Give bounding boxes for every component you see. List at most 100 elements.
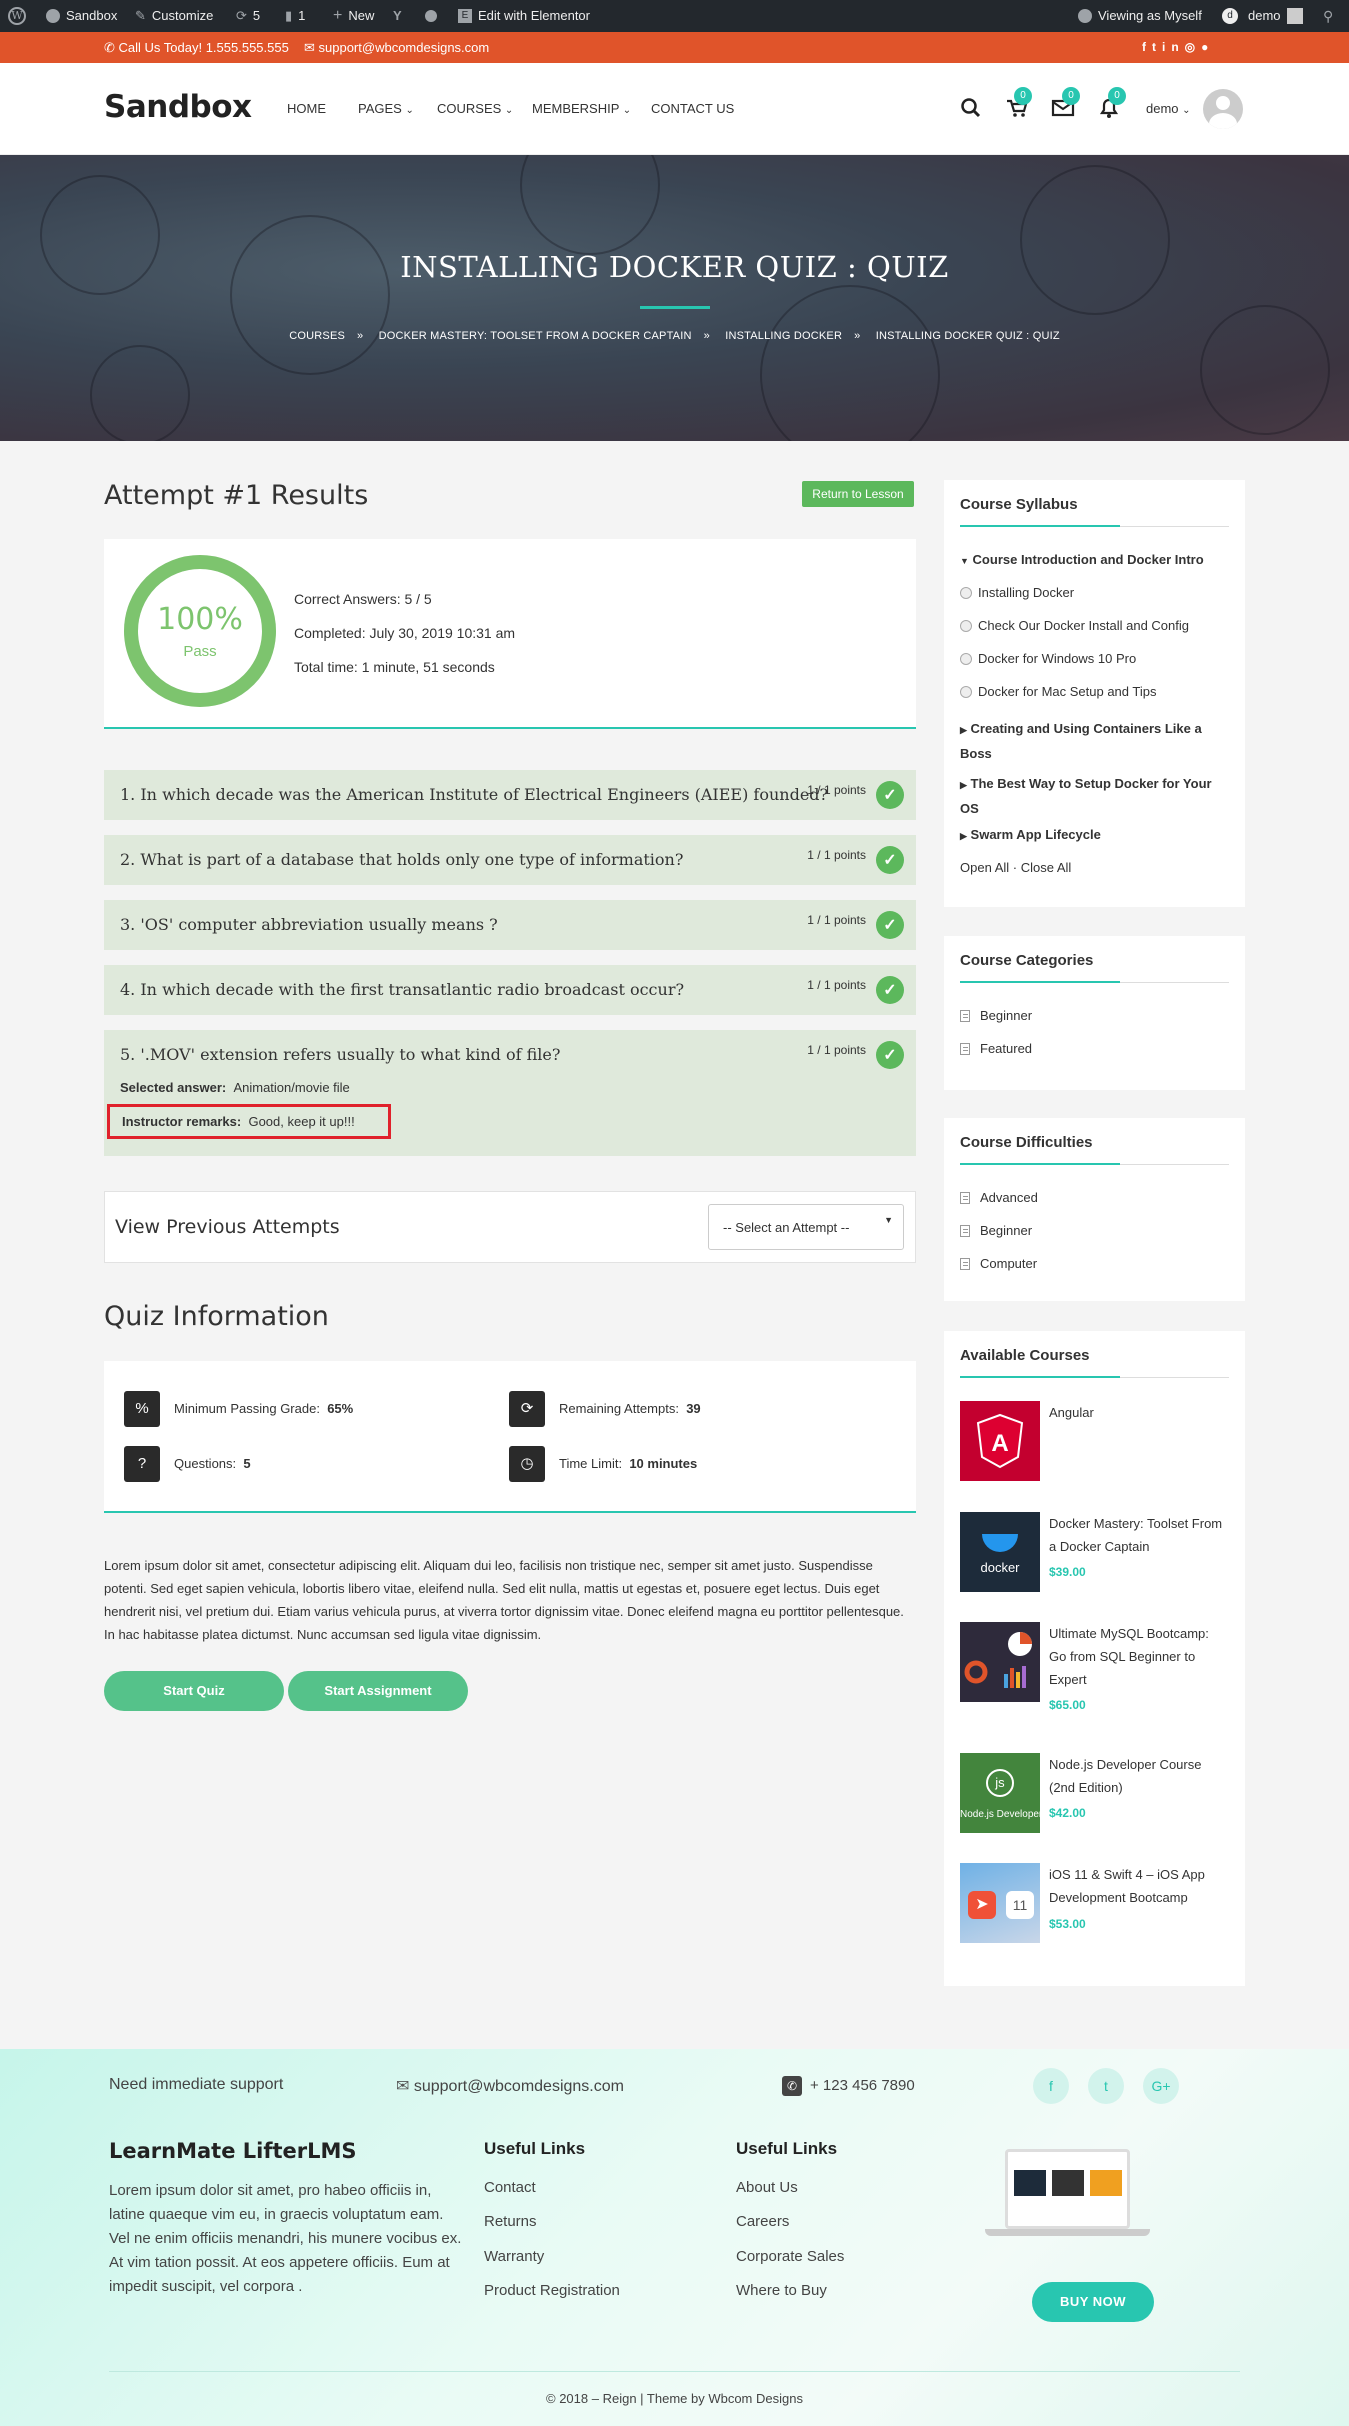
eye-icon xyxy=(1078,9,1092,23)
footer-link[interactable]: Where to Buy xyxy=(736,2282,827,2299)
search-icon[interactable] xyxy=(958,95,984,121)
widget-divider xyxy=(960,1376,1229,1378)
nav-membership[interactable]: MEMBERSHIP ⌄ xyxy=(532,101,631,116)
difficulty-link[interactable]: Computer xyxy=(960,1256,1037,1271)
difficulty-link[interactable]: Advanced xyxy=(960,1190,1038,1205)
question-text: 4. In which decade with the first transa… xyxy=(120,980,685,999)
footer-phone[interactable]: ✆ + 123 456 7890 xyxy=(782,2076,915,2096)
nav-home[interactable]: HOME xyxy=(287,101,326,116)
dropdown-arrow-icon: ▼ xyxy=(884,1215,893,1225)
footer-about: Lorem ipsum dolor sit amet, pro habeo of… xyxy=(109,2182,462,2295)
close-all-link[interactable]: Close All xyxy=(1021,860,1072,875)
status-dot-icon[interactable] xyxy=(425,0,437,32)
question-row[interactable]: 2. What is part of a database that holds… xyxy=(104,835,916,885)
facebook-icon[interactable]: f xyxy=(1142,40,1152,54)
start-quiz-button[interactable]: Start Quiz xyxy=(104,1671,284,1711)
syllabus-lesson[interactable]: Docker for Windows 10 Pro xyxy=(960,651,1136,666)
footer-link[interactable]: Contact xyxy=(484,2179,536,2196)
course-thumbnail-ios[interactable]: ➤ 11 xyxy=(960,1863,1040,1943)
yoast-icon[interactable]: Y xyxy=(393,0,402,32)
category-link[interactable]: Beginner xyxy=(960,1008,1032,1023)
google-plus-icon[interactable]: G+ xyxy=(1143,2068,1179,2104)
question-row[interactable]: 5. '.MOV' extension refers usually to wh… xyxy=(104,1030,916,1156)
footer-link[interactable]: Corporate Sales xyxy=(736,2248,844,2265)
question-row[interactable]: 4. In which decade with the first transa… xyxy=(104,965,916,1015)
dribbble-icon[interactable]: ◎ xyxy=(1185,40,1201,54)
syllabus-section[interactable]: ▶ The Best Way to Setup Docker for Your O… xyxy=(960,772,1212,820)
avatar[interactable] xyxy=(1203,89,1243,129)
admin-viewing-link[interactable]: Viewing as Myself xyxy=(1078,0,1202,32)
open-all-link[interactable]: Open All xyxy=(960,860,1009,875)
syllabus-lesson[interactable]: Docker for Mac Setup and Tips xyxy=(960,684,1156,699)
course-title[interactable]: iOS 11 & Swift 4 – iOS App Development B… xyxy=(1049,1863,1229,1909)
question-row[interactable]: 1. In which decade was the American Inst… xyxy=(104,770,916,820)
difficulty-link[interactable]: Beginner xyxy=(960,1223,1032,1238)
admin-elementor-link[interactable]: E Edit with Elementor xyxy=(458,0,590,32)
footer-link[interactable]: Warranty xyxy=(484,2248,544,2265)
cart-count-badge: 0 xyxy=(1014,87,1032,105)
nav-pages[interactable]: PAGES ⌄ xyxy=(358,101,414,116)
twitter-icon[interactable]: t xyxy=(1152,40,1162,54)
footer-link[interactable]: Product Registration xyxy=(484,2282,620,2299)
syllabus-lesson[interactable]: Installing Docker xyxy=(960,585,1074,600)
footer-email[interactable]: ✉ support@wbcomdesigns.com xyxy=(396,2076,624,2096)
caret-down-icon: ▼ xyxy=(960,556,969,566)
breadcrumb-course[interactable]: DOCKER MASTERY: TOOLSET FROM A DOCKER CA… xyxy=(379,330,692,342)
syllabus-section[interactable]: ▼ Course Introduction and Docker Intro xyxy=(960,552,1204,567)
footer-link[interactable]: Returns xyxy=(484,2213,537,2230)
admin-search-icon[interactable]: ⚲ xyxy=(1323,0,1333,32)
course-title[interactable]: Node.js Developer Course (2nd Edition) xyxy=(1049,1753,1229,1799)
wordpress-logo-icon[interactable]: W xyxy=(8,0,26,32)
syllabus-section[interactable]: ▶ Swarm App Lifecycle xyxy=(960,827,1101,842)
question-row[interactable]: 3. 'OS' computer abbreviation usually me… xyxy=(104,900,916,950)
buy-now-button[interactable]: BUY NOW xyxy=(1032,2282,1154,2322)
admin-user-link[interactable]: d demo xyxy=(1222,0,1303,32)
course-thumbnail-mysql[interactable] xyxy=(960,1622,1040,1702)
site-logo[interactable]: Sandbox xyxy=(104,89,252,125)
twitter-icon[interactable]: t xyxy=(1088,2068,1124,2104)
topbar-phone[interactable]: ✆ Call Us Today! 1.555.555.555 xyxy=(104,32,289,63)
home-icon xyxy=(46,9,60,23)
nav-courses[interactable]: COURSES ⌄ xyxy=(437,101,513,116)
admin-updates-link[interactable]: ⟳ 5 xyxy=(236,0,260,32)
breadcrumb-lesson[interactable]: INSTALLING DOCKER xyxy=(725,330,842,342)
topbar-email[interactable]: ✉ support@wbcomdesigns.com xyxy=(304,32,489,63)
nav-contact[interactable]: CONTACT US xyxy=(651,101,734,116)
bell-icon[interactable]: 0 xyxy=(1096,87,1126,121)
support-label: Need immediate support xyxy=(109,2076,284,2093)
category-link[interactable]: Featured xyxy=(960,1041,1032,1056)
syllabus-lesson[interactable]: Check Our Docker Install and Config xyxy=(960,618,1189,633)
widget-divider xyxy=(960,1163,1229,1165)
messages-icon[interactable]: 0 xyxy=(1050,87,1080,121)
clock-icon: ◷ xyxy=(509,1446,545,1482)
github-icon[interactable]: ● xyxy=(1201,40,1214,54)
syllabus-section[interactable]: ▶ Creating and Using Containers Like a Bo… xyxy=(960,717,1202,765)
footer-link[interactable]: About Us xyxy=(736,2179,798,2196)
admin-customize-link[interactable]: ✎ Customize xyxy=(135,0,213,32)
hero-pattern xyxy=(1020,165,1170,315)
widget-divider xyxy=(960,981,1229,983)
admin-site-link[interactable]: Sandbox xyxy=(46,0,117,32)
notifications-count-badge: 0 xyxy=(1108,87,1126,105)
course-thumbnail-nodejs[interactable]: js Node.js Developer xyxy=(960,1753,1042,1833)
nodejs-logo-icon: js xyxy=(986,1769,1014,1797)
chevron-right-icon: » xyxy=(703,330,710,342)
course-title[interactable]: Docker Mastery: Toolset From a Docker Ca… xyxy=(1049,1512,1229,1558)
angular-logo-icon: A xyxy=(976,1413,1024,1469)
course-title[interactable]: Ultimate MySQL Bootcamp: Go from SQL Beg… xyxy=(1049,1622,1229,1691)
course-title[interactable]: Angular xyxy=(1049,1401,1229,1424)
linkedin-icon[interactable]: in xyxy=(1162,40,1185,54)
course-thumbnail-angular[interactable]: A xyxy=(960,1401,1040,1481)
header-user-menu[interactable]: demo ⌄ xyxy=(1146,101,1191,116)
return-to-lesson-button[interactable]: Return to Lesson xyxy=(802,481,914,507)
course-thumbnail-docker[interactable]: docker xyxy=(960,1512,1040,1592)
breadcrumb-courses[interactable]: COURSES xyxy=(289,330,345,342)
start-assignment-button[interactable]: Start Assignment xyxy=(288,1671,468,1711)
footer-link[interactable]: Careers xyxy=(736,2213,789,2230)
admin-comments-link[interactable]: ▮ 1 xyxy=(285,0,305,32)
admin-new-link[interactable]: + New xyxy=(333,0,374,32)
admin-bar: W Sandbox ✎ Customize ⟳ 5 ▮ 1 + New Y E Edit … xyxy=(0,0,1349,32)
facebook-icon[interactable]: f xyxy=(1033,2068,1069,2104)
cart-icon[interactable]: 0 xyxy=(1004,87,1032,121)
attempt-select[interactable]: -- Select an Attempt -- ▼ xyxy=(708,1204,904,1250)
